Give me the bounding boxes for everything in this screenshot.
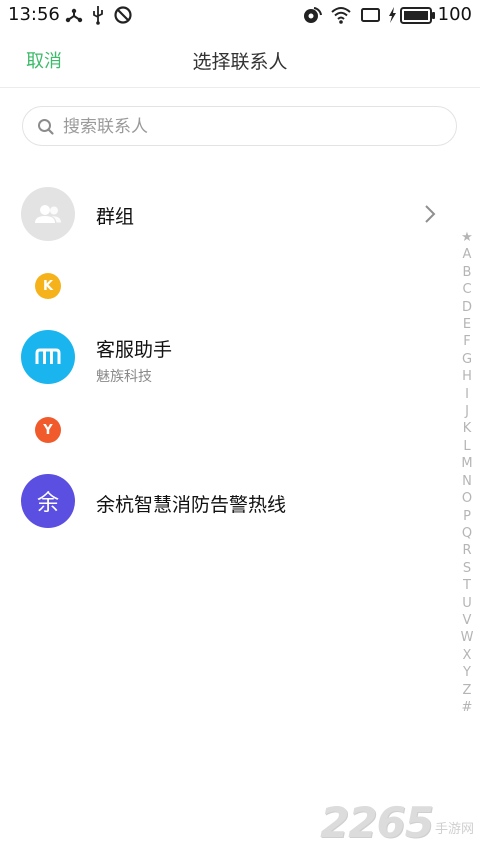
usb-icon xyxy=(90,5,106,29)
wifi-icon xyxy=(330,5,352,29)
header-bar: 取消 选择联系人 xyxy=(0,30,480,88)
group-icon xyxy=(35,205,61,223)
section-header-k: K xyxy=(35,273,61,299)
watermark-text: 手游网 xyxy=(434,822,474,837)
alpha-index-item[interactable]: R xyxy=(462,542,471,559)
alpha-index-item[interactable]: U xyxy=(462,595,472,612)
alpha-index-item[interactable]: T xyxy=(463,577,471,594)
alpha-index-item[interactable]: N xyxy=(462,473,472,490)
alpha-index-item[interactable]: F xyxy=(463,333,470,350)
alpha-index-item[interactable]: A xyxy=(463,246,472,263)
watermark-number: 2265 xyxy=(320,798,434,847)
alpha-index-item[interactable]: C xyxy=(462,281,471,298)
alpha-index-item[interactable]: # xyxy=(462,699,473,716)
alpha-index-item[interactable]: L xyxy=(463,438,470,455)
alpha-index-item[interactable]: Y xyxy=(463,664,471,681)
alpha-index-item[interactable]: J xyxy=(465,403,469,420)
do-not-disturb-icon xyxy=(113,5,133,29)
search-input[interactable] xyxy=(61,114,445,140)
search-icon xyxy=(37,118,55,140)
data-icon xyxy=(301,5,323,29)
alpha-index-item[interactable]: K xyxy=(463,420,472,437)
contact-row[interactable]: 余 余杭智慧消防告警热线 xyxy=(0,474,450,530)
alpha-index-item[interactable]: I xyxy=(465,386,469,403)
alpha-index-item[interactable]: M xyxy=(461,455,472,472)
alpha-index-item[interactable]: V xyxy=(463,612,472,629)
alpha-index-item[interactable]: Q xyxy=(462,525,472,542)
alpha-index-item[interactable]: X xyxy=(463,647,472,664)
section-header-y: Y xyxy=(35,417,61,443)
watermark-logo: 2265 手游网 xyxy=(320,798,474,847)
status-bar: 13:56 100 xyxy=(0,0,480,30)
contact-row[interactable]: 客服助手 魅族科技 xyxy=(0,330,450,386)
contact-name: 余杭智慧消防告警热线 xyxy=(96,494,287,516)
alpha-index-item[interactable]: E xyxy=(463,316,471,333)
alpha-index-item[interactable]: O xyxy=(462,490,472,507)
contact-picker-screen: 13:56 100 取消 选择联系人 搜索联系人 群组 K 客服助手 魅族科技 … xyxy=(0,0,480,853)
group-avatar xyxy=(21,187,75,241)
alpha-index-item[interactable]: G xyxy=(462,351,472,368)
alpha-index-item[interactable]: W xyxy=(461,629,474,646)
contact-subtitle: 魅族科技 xyxy=(96,369,152,385)
battery-level: 100 xyxy=(437,4,472,25)
contact-name: 客服助手 xyxy=(96,339,173,361)
alpha-index-item[interactable]: Z xyxy=(463,682,472,699)
group-row[interactable]: 群组 xyxy=(0,186,450,242)
meizu-logo-icon xyxy=(35,348,61,364)
screen-icon xyxy=(360,5,382,29)
alpha-index-item[interactable]: P xyxy=(463,508,471,525)
alpha-index-item[interactable]: ★ xyxy=(461,229,473,246)
contact-avatar xyxy=(21,330,75,384)
status-time: 13:56 xyxy=(8,4,60,25)
alpha-index-item[interactable]: H xyxy=(462,368,472,385)
avatar-initial: 余 xyxy=(36,491,59,516)
alpha-index-item[interactable]: B xyxy=(463,264,472,281)
page-title: 选择联系人 xyxy=(192,51,288,73)
chevron-right-icon xyxy=(423,203,437,229)
alphabet-index[interactable]: ★ A B C D E F G H I J K L M N O P Q R S T U V W X Y Z # xyxy=(459,229,475,716)
battery-icon xyxy=(400,7,436,28)
share-icon xyxy=(64,5,84,29)
search-bar[interactable] xyxy=(22,106,457,146)
group-label: 群组 xyxy=(96,206,135,228)
charging-icon xyxy=(386,5,398,29)
alpha-index-item[interactable]: S xyxy=(463,560,471,577)
alpha-index-item[interactable]: D xyxy=(462,299,472,316)
contact-avatar: 余 xyxy=(21,474,75,528)
